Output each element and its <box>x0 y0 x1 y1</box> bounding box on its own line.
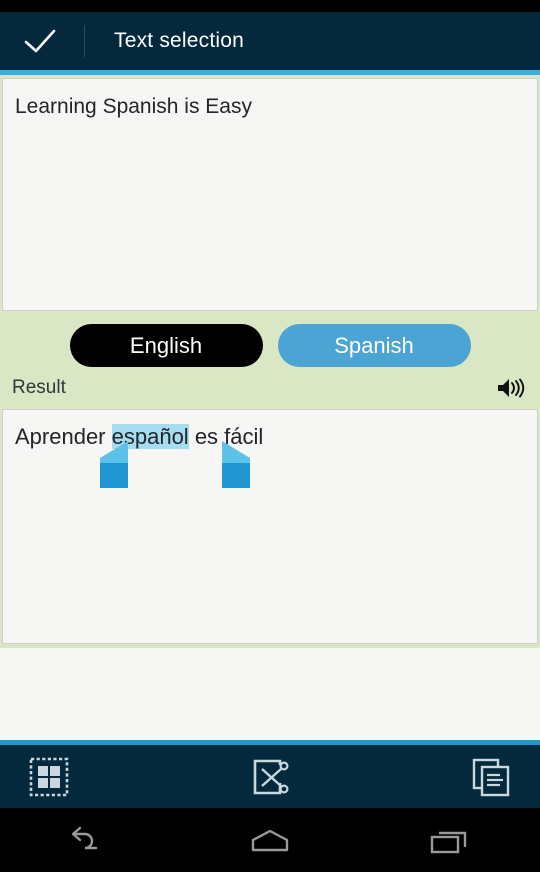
target-language-button[interactable]: Spanish <box>277 324 471 367</box>
status-bar <box>0 0 540 12</box>
android-nav-bar <box>0 808 540 872</box>
result-section: Aprender español es fácil <box>0 409 540 648</box>
app-header: Text selection <box>0 12 540 70</box>
copy-icon[interactable] <box>468 757 514 797</box>
source-language-button[interactable]: English <box>69 324 263 367</box>
select-all-icon[interactable] <box>26 757 72 797</box>
source-section: Learning Spanish is Easy <box>0 75 540 311</box>
page-title: Text selection <box>114 29 245 52</box>
speaker-icon[interactable] <box>496 376 526 400</box>
header-divider <box>84 25 85 57</box>
result-text-output[interactable]: Aprender español es fácil <box>2 409 538 644</box>
cut-icon[interactable] <box>247 757 293 797</box>
language-panel: English Spanish <box>0 311 540 367</box>
check-icon[interactable] <box>22 26 58 56</box>
result-header-row: Result <box>0 367 540 409</box>
language-button-row: English Spanish <box>0 324 540 367</box>
action-bar <box>0 745 540 808</box>
app-screen: Text selection Learning Spanish is Easy … <box>0 0 540 872</box>
home-icon[interactable] <box>233 820 307 862</box>
selection-handle-left[interactable] <box>98 441 128 488</box>
result-label: Result <box>12 377 66 398</box>
back-icon[interactable] <box>53 820 127 862</box>
source-text-input[interactable]: Learning Spanish is Easy <box>2 78 538 311</box>
recents-icon[interactable] <box>413 820 487 862</box>
selection-handle-right[interactable] <box>222 441 252 488</box>
content-filler <box>0 648 540 740</box>
